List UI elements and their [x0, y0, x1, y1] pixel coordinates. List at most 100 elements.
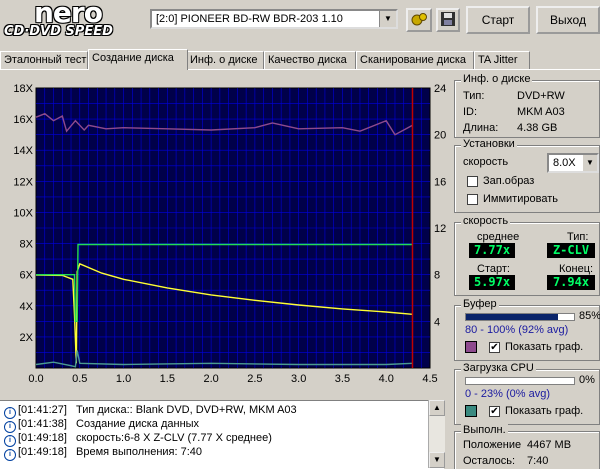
tab-disc-scan[interactable]: Сканирование диска [356, 51, 474, 69]
speed-select[interactable]: 8.0X ▼ [547, 153, 599, 173]
scroll-down-icon[interactable]: ▼ [429, 452, 445, 468]
start-button[interactable]: Старт [466, 6, 530, 34]
speed-group: скорость среднее Тип: 7.77x Z-CLV Старт:… [454, 215, 600, 296]
cpu-color-swatch[interactable] [465, 405, 477, 417]
speed-start-value: 5.97x [469, 275, 515, 290]
chart-x-tick-label: 3.0 [291, 373, 306, 385]
progress-title: Выполн. [461, 424, 508, 436]
write-speed-chart: 0.0 0.5 1.0 1.5 2.0 2.5 3.0 3.5 4.0 4.5 2X 4X 6X 8X 10… [13, 83, 446, 385]
chart-x-tick-label: 1.0 [116, 373, 131, 385]
cpu-bar [465, 377, 575, 385]
speed-start-label: Старт: [477, 263, 510, 275]
log-panel: i [01:41:27] Тип диска:: Blank DVD, DVD+R… [0, 400, 444, 469]
chart-y-right-tick-label: 12 [434, 223, 446, 235]
drive-select[interactable]: [2:0] PIONEER BD-RW BDR-203 1.10 ▼ [150, 9, 398, 29]
tab-ta-jitter[interactable]: TA Jitter [474, 51, 530, 69]
speed-end-label: Конец: [559, 263, 594, 275]
disc-type-label: Тип: [463, 90, 485, 102]
write-image-label: Зап.образ [483, 175, 535, 187]
chart-y-right-tick-label: 20 [434, 130, 446, 142]
chart-y-left-tick-label: 16X [13, 114, 33, 126]
log-text: Время выполнения: 7:40 [76, 446, 203, 458]
chart-y-right-tick-label: 16 [434, 176, 446, 188]
log-entry: i [01:49:18] скорость:6-8 X Z-CLV (7.77 X… [4, 431, 272, 447]
position-label: Положение [463, 439, 522, 451]
speed-title: скорость [461, 215, 511, 227]
chart-x-tick-label: 1.5 [160, 373, 175, 385]
disc-length-value: 4.38 GB [517, 122, 558, 134]
speed-setting-label: скорость [463, 156, 509, 168]
disc-id-label: ID: [463, 106, 478, 118]
chart-y-left-tick-label: 18X [13, 83, 33, 95]
position-value: 4467 MB [527, 439, 572, 451]
cpu-range: 0 - 23% (0% avg) [465, 388, 550, 400]
nero-logo: nero CD·DVD SPEED [4, 0, 144, 44]
chevron-down-icon[interactable]: ▼ [583, 155, 597, 171]
speed-type-value: Z-CLV [547, 243, 595, 258]
gear-icon [411, 13, 427, 26]
remaining-value: 7:40 [527, 455, 549, 467]
chart-y-left-tick-label: 12X [13, 176, 33, 188]
log-entry: i [01:41:27] Тип диска:: Blank DVD, DVD+R… [4, 403, 297, 419]
chart-y-right-tick-label: 24 [434, 83, 446, 95]
tab-bar: Эталонный тест Создание диска Инф. о дис… [0, 49, 600, 70]
chart-x-tick-label: 2.0 [203, 373, 218, 385]
chart-x-tick-label: 4.5 [422, 373, 437, 385]
info-icon: i [4, 449, 16, 461]
disc-length-label: Длина: [463, 122, 499, 134]
chart-x-tick-label: 4.0 [379, 373, 394, 385]
speed-type-label: Тип: [567, 231, 589, 243]
speed-end-value: 7.94x [547, 275, 595, 290]
chart-y-left-tick-label: 8X [20, 239, 34, 251]
speed-select-value: 8.0X [553, 157, 576, 169]
speed-avg-label: среднее [477, 231, 520, 243]
speed-avg-value: 7.77x [469, 243, 515, 258]
buffer-bar-fill [466, 314, 558, 320]
cpu-show-graph-checkbox[interactable]: ✔ [489, 406, 500, 417]
remaining-label: Осталось: [463, 455, 516, 467]
chart-x-tick-label: 0.5 [72, 373, 87, 385]
exit-button[interactable]: Выход [536, 6, 600, 34]
log-time: [01:49:18] [18, 446, 67, 458]
chart-y-right-tick-label: 8 [434, 270, 440, 282]
speed-settings-button[interactable] [406, 8, 432, 32]
chart-x-tick-label: 2.5 [247, 373, 262, 385]
logo-subtitle: CD·DVD SPEED [4, 24, 113, 39]
tab-disc-quality[interactable]: Качество диска [264, 51, 356, 69]
write-image-checkbox[interactable] [467, 176, 478, 187]
log-text: Создание диска данных [76, 418, 200, 430]
log-time: [01:41:38] [18, 418, 67, 430]
tab-disc-info[interactable]: Инф. о диске [186, 51, 264, 69]
chart-y-left-tick-label: 14X [13, 145, 33, 157]
save-button[interactable] [436, 8, 460, 32]
cpu-group: Загрузка CPU 0% 0 - 23% (0% avg) ✔ Показ… [454, 362, 600, 425]
buffer-percent: 85% [579, 310, 600, 322]
buffer-show-graph-checkbox[interactable]: ✔ [489, 342, 500, 353]
log-scrollbar[interactable]: ▲ ▼ [428, 400, 445, 468]
log-text: Тип диска:: Blank DVD, DVD+RW, MKM A03 [76, 404, 297, 416]
chart-y-left-tick-label: 6X [20, 270, 34, 282]
log-entry: i [01:41:38] Создание диска данных [4, 417, 199, 433]
log-time: [01:49:18] [18, 432, 67, 444]
log-entry: i [01:49:18] Время выполнения: 7:40 [4, 445, 202, 461]
tab-benchmark[interactable]: Эталонный тест [0, 51, 88, 69]
disc-info-group: Инф. о диске Тип: DVD+RW ID: MKM A03 Дли… [454, 73, 600, 138]
buffer-color-swatch[interactable] [465, 341, 477, 353]
cpu-show-graph-label: Показать граф. [505, 405, 584, 417]
buffer-bar [465, 313, 575, 321]
buffer-show-graph-label: Показать граф. [505, 341, 584, 353]
disc-type-value: DVD+RW [517, 90, 565, 102]
settings-title: Установки [461, 138, 517, 150]
simulate-label: Иммитировать [483, 193, 558, 205]
progress-group: Выполн. Положение 4467 MB Осталось: 7:40 [454, 424, 600, 469]
scroll-up-icon[interactable]: ▲ [429, 400, 445, 416]
cpu-title: Загрузка CPU [461, 362, 536, 374]
disc-id-value: MKM A03 [517, 106, 565, 118]
chart-x-tick-label: 3.5 [335, 373, 350, 385]
tab-create-disc[interactable]: Создание диска [88, 49, 188, 70]
simulate-checkbox[interactable] [467, 194, 478, 205]
chevron-down-icon[interactable]: ▼ [379, 11, 396, 27]
buffer-title: Буфер [461, 298, 499, 310]
buffer-range: 80 - 100% (92% avg) [465, 324, 569, 336]
cpu-percent: 0% [579, 374, 595, 386]
